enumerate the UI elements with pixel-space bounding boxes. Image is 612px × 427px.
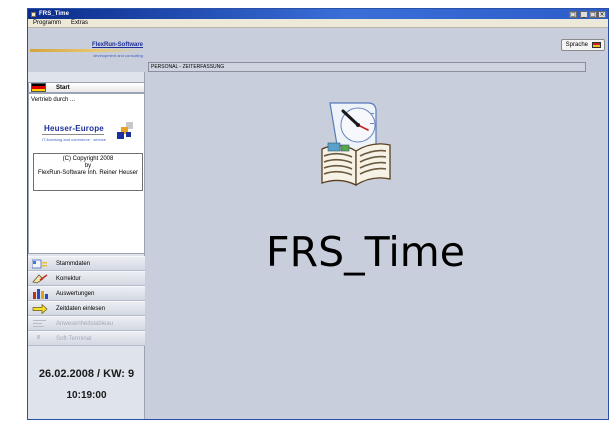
nav-anwesenheitstableau[interactable]: Anwesenheitstableau xyxy=(28,316,145,331)
date-week-display: 26.02.2008 / KW: 9 xyxy=(38,368,135,380)
nav-zeitdaten-einlesen[interactable]: Zeitdaten einlesen xyxy=(28,301,145,316)
sidebar: FlexRun-Software development and consult… xyxy=(28,28,145,419)
brand-bar xyxy=(30,49,142,52)
brand-name: FlexRun-Software xyxy=(91,42,143,48)
import-arrow-icon xyxy=(31,303,48,314)
correction-icon xyxy=(31,273,48,284)
distributor-logo-icon xyxy=(117,122,135,140)
start-panel: Vertrieb durch ... Heuser-Europe IT-lice… xyxy=(28,93,145,254)
nav-label: Stammdaten xyxy=(56,260,91,267)
brand-tagline: development and consulting xyxy=(93,53,143,58)
nav-label: Anwesenheitstableau xyxy=(56,320,114,327)
copyright-line-2: by xyxy=(84,163,92,169)
minimize-button[interactable]: _ xyxy=(580,10,588,18)
nav-list: Stammdaten Korrektur Auswertungen Zeitda… xyxy=(28,256,145,346)
main-area: Sprache PERSONAL - ZEITERFASSUNG FRS_Tim… xyxy=(145,28,608,419)
menu-bar: Programm Extras xyxy=(28,19,608,28)
brand-logo: FlexRun-Software development and consult… xyxy=(28,28,145,72)
language-button-label: Sprache xyxy=(565,42,588,48)
german-flag-icon xyxy=(31,83,46,92)
menu-programm[interactable]: Programm xyxy=(33,20,61,26)
copyright-line-1: (C) Copyright 2008 xyxy=(62,156,114,162)
nav-label: Zeitdaten einlesen xyxy=(56,305,106,312)
distributor-intro: Vertrieb durch ... xyxy=(31,97,76,103)
window-title: FRS_Time xyxy=(39,11,70,17)
distributor-name: Heuser-Europe xyxy=(44,124,104,133)
start-label: Start xyxy=(56,84,70,91)
clock-display: 10:19:00 xyxy=(66,390,107,401)
menu-extras[interactable]: Extras xyxy=(71,20,88,26)
nav-auswertungen[interactable]: Auswertungen xyxy=(28,286,145,301)
app-window: FRS_Time □ _ □ × Programm Extras FlexRun… xyxy=(27,8,609,420)
database-icon xyxy=(31,258,48,269)
presence-board-icon xyxy=(31,318,48,329)
nav-label: Soft-Terminal xyxy=(56,335,92,342)
distributor-tagline: IT-licensing and commerce · service xyxy=(42,137,107,142)
nav-label: Korrektur xyxy=(56,275,81,282)
language-button[interactable]: Sprache xyxy=(560,39,605,51)
close-button[interactable]: × xyxy=(598,10,606,18)
title-bar[interactable]: FRS_Time □ _ □ × xyxy=(28,9,608,19)
language-flag-icon xyxy=(592,42,601,48)
breadcrumb: PERSONAL - ZEITERFASSUNG xyxy=(148,62,586,72)
copyright-line-3: FlexRun-Software Inh. Reiner Heuser xyxy=(37,170,139,176)
clock-book-icon xyxy=(321,102,391,187)
app-icon[interactable] xyxy=(30,11,37,18)
nav-stammdaten[interactable]: Stammdaten xyxy=(28,256,145,271)
restore-icon[interactable]: □ xyxy=(569,10,577,18)
reports-icon xyxy=(31,288,48,299)
nav-soft-terminal[interactable]: Soft-Terminal xyxy=(28,331,145,346)
terminal-icon xyxy=(31,333,48,344)
distributor-rule xyxy=(42,134,104,135)
maximize-button[interactable]: □ xyxy=(589,10,597,18)
app-title: FRS_Time xyxy=(266,228,465,276)
start-header[interactable]: Start xyxy=(28,82,145,93)
window-controls: □ _ □ × xyxy=(569,10,606,18)
copyright-box: (C) Copyright 2008 by FlexRun-Software I… xyxy=(33,153,143,191)
nav-korrektur[interactable]: Korrektur xyxy=(28,271,145,286)
nav-label: Auswertungen xyxy=(56,290,95,297)
